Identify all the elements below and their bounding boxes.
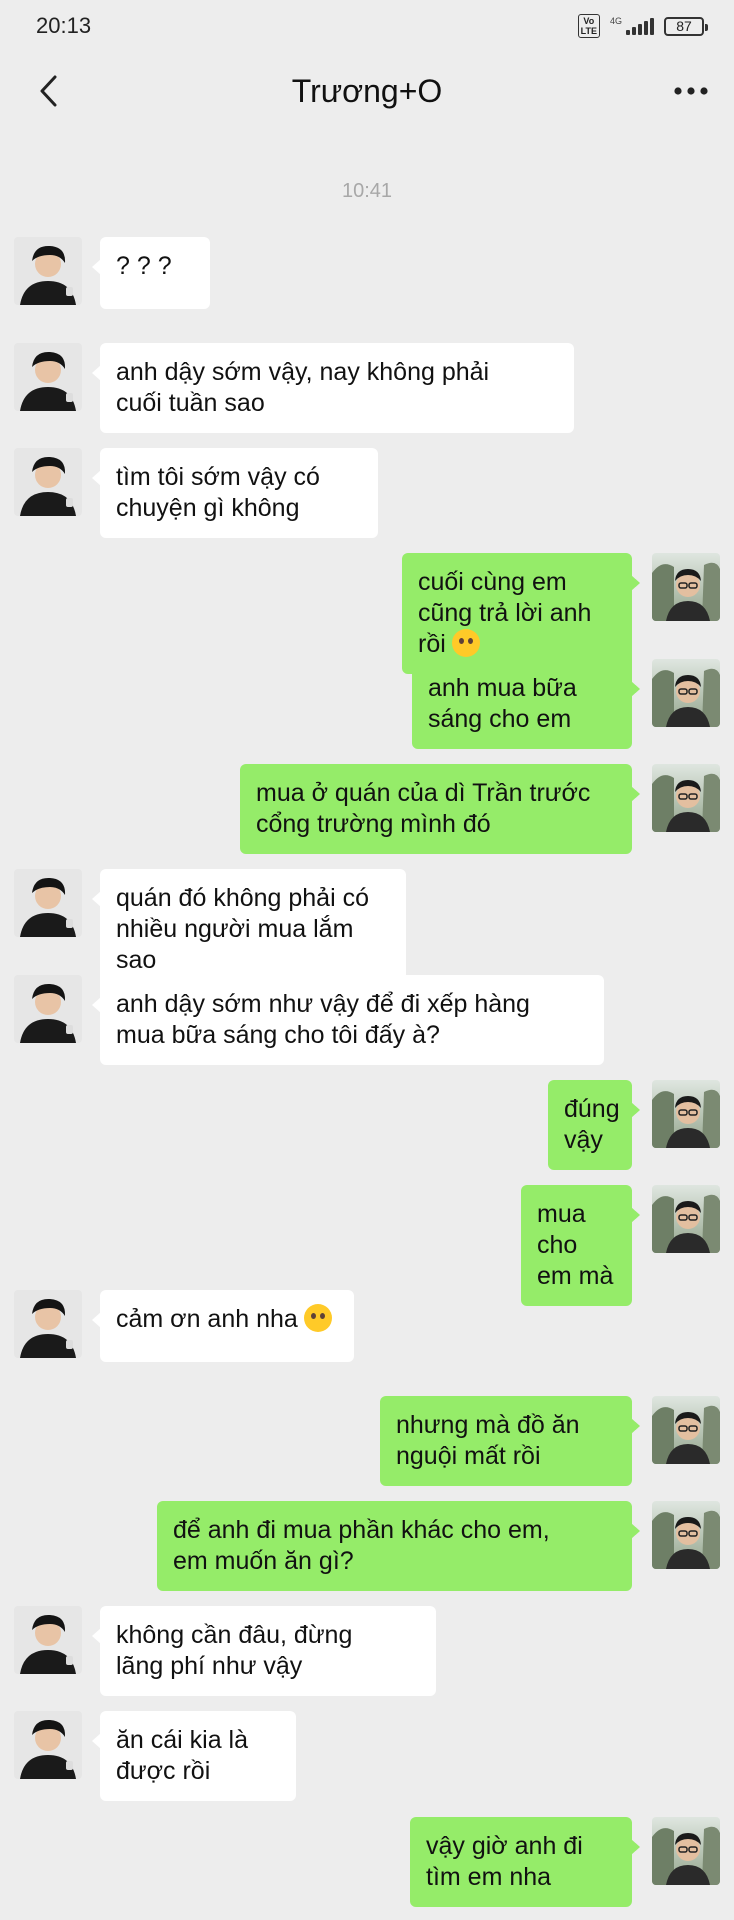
grinning-sweat-face-icon bbox=[303, 1304, 332, 1332]
outgoing-message[interactable]: mua cho em mà bbox=[521, 1185, 640, 1306]
message-text: cuối cùng em cũng trả lời anh rồi bbox=[418, 568, 592, 658]
contact-avatar[interactable] bbox=[14, 975, 82, 1043]
message-text: ăn cái kia là được rồi bbox=[116, 1726, 249, 1785]
message-text: ? ? ? bbox=[116, 252, 172, 280]
contact-avatar[interactable] bbox=[14, 343, 82, 411]
my-avatar[interactable] bbox=[652, 1396, 720, 1464]
contact-avatar[interactable] bbox=[14, 237, 82, 305]
message-text: anh mua bữa sáng cho em bbox=[428, 674, 577, 733]
incoming-message[interactable]: ăn cái kia là được rồi bbox=[92, 1711, 296, 1801]
chat-timestamp: 10:41 bbox=[341, 180, 393, 202]
contact-avatar[interactable] bbox=[14, 1290, 82, 1358]
contact-avatar[interactable] bbox=[14, 869, 82, 937]
message-text: mua cho em mà bbox=[537, 1200, 614, 1290]
message-text: đúng vậy bbox=[564, 1095, 620, 1154]
outgoing-message[interactable]: đúng vậy bbox=[548, 1080, 640, 1170]
outgoing-message[interactable]: anh mua bữa sáng cho em bbox=[412, 659, 640, 749]
message-text: để anh đi mua phần khác cho em, em muốn … bbox=[173, 1516, 550, 1575]
outgoing-message[interactable]: để anh đi mua phần khác cho em, em muốn … bbox=[157, 1501, 640, 1591]
incoming-message[interactable]: quán đó không phải có nhiều người mua lắ… bbox=[92, 869, 406, 990]
incoming-message[interactable]: không cần đâu, đừng lãng phí như vậy bbox=[92, 1606, 436, 1696]
contact-avatar[interactable] bbox=[14, 1711, 82, 1779]
message-text: nhưng mà đồ ăn nguội mất rồi bbox=[396, 1411, 580, 1470]
message-text: anh dậy sớm vậy, nay không phải cuối tuầ… bbox=[116, 358, 490, 417]
message-text: anh dậy sớm như vậy để đi xếp hàng mua b… bbox=[116, 990, 530, 1049]
contact-avatar[interactable] bbox=[14, 448, 82, 516]
pleading-face-icon bbox=[451, 629, 480, 657]
message-text: tìm tôi sớm vậy có chuyện gì không bbox=[116, 463, 320, 522]
outgoing-message[interactable]: cuối cùng em cũng trả lời anh rồi bbox=[402, 553, 640, 674]
my-avatar[interactable] bbox=[652, 1817, 720, 1885]
incoming-message[interactable]: ? ? ? bbox=[92, 237, 210, 309]
message-text: cảm ơn anh nha bbox=[116, 1305, 298, 1333]
incoming-message[interactable]: anh dậy sớm như vậy để đi xếp hàng mua b… bbox=[92, 975, 604, 1065]
outgoing-message[interactable]: nhưng mà đồ ăn nguội mất rồi bbox=[380, 1396, 640, 1486]
message-text: mua ở quán của dì Trần trước cổng trường… bbox=[256, 779, 591, 838]
my-avatar[interactable] bbox=[652, 764, 720, 832]
message-text: vậy giờ anh đi tìm em nha bbox=[426, 1832, 583, 1891]
my-avatar[interactable] bbox=[652, 659, 720, 727]
outgoing-message[interactable]: vậy giờ anh đi tìm em nha bbox=[410, 1817, 640, 1907]
message-text: quán đó không phải có nhiều người mua lắ… bbox=[116, 884, 369, 974]
my-avatar[interactable] bbox=[652, 553, 720, 621]
my-avatar[interactable] bbox=[652, 1501, 720, 1569]
outgoing-message[interactable]: mua ở quán của dì Trần trước cổng trường… bbox=[240, 764, 640, 854]
incoming-message[interactable]: cảm ơn anh nha bbox=[92, 1290, 354, 1362]
incoming-message[interactable]: anh dậy sớm vậy, nay không phải cuối tuầ… bbox=[92, 343, 574, 433]
message-text: không cần đâu, đừng lãng phí như vậy bbox=[116, 1621, 353, 1680]
my-avatar[interactable] bbox=[652, 1185, 720, 1253]
message-list[interactable]: 10:41 ? ? ? anh dậy sớm vậy, nay không p… bbox=[0, 0, 734, 1920]
incoming-message[interactable]: tìm tôi sớm vậy có chuyện gì không bbox=[92, 448, 378, 538]
my-avatar[interactable] bbox=[652, 1080, 720, 1148]
contact-avatar[interactable] bbox=[14, 1606, 82, 1674]
